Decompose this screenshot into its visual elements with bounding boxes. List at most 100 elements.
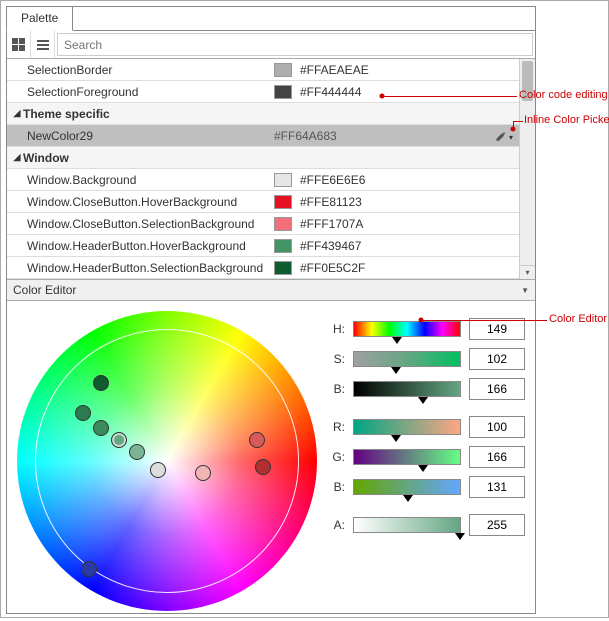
callout-line — [513, 121, 514, 129]
channel-label: S: — [329, 352, 345, 366]
property-row[interactable]: Window.Background #FFE6E6E6 — [7, 169, 519, 191]
slider-g[interactable] — [353, 449, 461, 465]
input-g[interactable] — [469, 446, 525, 468]
property-value-cell[interactable]: ▾ — [274, 129, 519, 143]
property-name: Window.HeaderButton.SelectionBackground — [27, 261, 274, 275]
wheel-handle[interactable] — [81, 561, 97, 577]
group-label: Theme specific — [23, 107, 110, 121]
view-categorized-button[interactable] — [7, 31, 31, 58]
property-value-cell[interactable]: #FFAEAEAE — [274, 63, 519, 77]
property-value-cell[interactable]: #FFE81123 — [274, 195, 519, 209]
input-bv[interactable] — [469, 378, 525, 400]
property-row[interactable]: Window.CloseButton.SelectionBackground #… — [7, 213, 519, 235]
search-input[interactable] — [64, 38, 526, 52]
slider-marker[interactable] — [391, 435, 401, 442]
wheel-handle[interactable] — [75, 405, 91, 421]
property-row[interactable]: Window.HeaderButton.SelectionBackground … — [7, 257, 519, 279]
slider-marker[interactable] — [455, 533, 465, 540]
callout-line — [513, 121, 523, 122]
search-box[interactable] — [57, 33, 533, 56]
group-header-window[interactable]: ◢ Window — [7, 147, 519, 169]
property-grid: SelectionBorder #FFAEAEAE SelectionForeg… — [7, 59, 535, 279]
wheel-handle[interactable] — [249, 432, 265, 448]
color-swatch — [274, 63, 292, 77]
wheel-handle[interactable] — [255, 459, 271, 475]
input-h[interactable] — [469, 318, 525, 340]
screenshot-frame: Palette SelectionBorder #FFAEAEAE — [0, 0, 609, 618]
slider-s[interactable] — [353, 351, 461, 367]
view-list-button[interactable] — [31, 31, 55, 58]
wheel-handle[interactable] — [93, 420, 109, 436]
channel-row-r: R: — [329, 413, 525, 441]
color-editor-header[interactable]: Color Editor ▼ — [7, 279, 535, 301]
wheel-handle-current[interactable] — [111, 432, 127, 448]
wheel-handle[interactable] — [93, 375, 109, 391]
color-swatch — [274, 261, 292, 275]
slider-a[interactable] — [353, 517, 461, 533]
channel-label: A: — [329, 518, 345, 532]
channel-label: G: — [329, 450, 345, 464]
slider-bc[interactable] — [353, 479, 461, 495]
wheel-handle[interactable] — [129, 444, 145, 460]
property-row[interactable]: SelectionForeground #FF444444 — [7, 81, 519, 103]
hex-value: #FFF1707A — [300, 217, 363, 231]
channel-row-bv: B: — [329, 375, 525, 403]
property-value-cell[interactable]: #FF439467 — [274, 239, 519, 253]
property-row[interactable]: SelectionBorder #FFAEAEAE — [7, 59, 519, 81]
property-value-cell[interactable]: #FFE6E6E6 — [274, 173, 519, 187]
hex-value: #FF0E5C2F — [300, 261, 365, 275]
input-s[interactable] — [469, 348, 525, 370]
property-row[interactable]: Window.HeaderButton.HoverBackground #FF4… — [7, 235, 519, 257]
channel-label: B: — [329, 480, 345, 494]
property-row-selected[interactable]: NewColor29 ▾ — [7, 125, 519, 147]
tab-palette[interactable]: Palette — [6, 6, 73, 31]
eyedropper-icon — [493, 131, 507, 145]
slider-marker[interactable] — [418, 397, 428, 404]
scrollbar-down-button[interactable]: ▾ — [520, 265, 535, 279]
input-bc[interactable] — [469, 476, 525, 498]
property-value-cell[interactable]: #FF0E5C2F — [274, 261, 519, 275]
tab-strip: Palette — [7, 7, 535, 31]
channel-label: B: — [329, 382, 345, 396]
color-swatch — [274, 239, 292, 253]
slider-marker[interactable] — [403, 495, 413, 502]
group-header-theme[interactable]: ◢ Theme specific — [7, 103, 519, 125]
grid-icon — [12, 38, 25, 51]
property-name: SelectionForeground — [27, 85, 274, 99]
callout-color-code: Color code editing — [519, 89, 608, 101]
slider-h[interactable] — [353, 321, 461, 337]
property-name: Window.CloseButton.SelectionBackground — [27, 217, 274, 231]
slider-r[interactable] — [353, 419, 461, 435]
callout-line — [421, 320, 547, 321]
color-swatch — [274, 85, 292, 99]
property-name: NewColor29 — [27, 129, 274, 143]
input-r[interactable] — [469, 416, 525, 438]
hex-value: #FF444444 — [300, 85, 361, 99]
channel-sliders: H: S: B: R: — [329, 311, 525, 611]
wheel-handle[interactable] — [150, 462, 166, 478]
expand-icon: ◢ — [11, 152, 23, 163]
hex-input[interactable] — [274, 129, 424, 143]
callout-line — [382, 96, 517, 97]
slider-marker[interactable] — [391, 367, 401, 374]
callout-color-editor: Color Editor — [549, 313, 607, 325]
wheel-handle[interactable] — [195, 465, 211, 481]
channel-label: H: — [329, 322, 345, 336]
channel-row-bc: B: — [329, 473, 525, 501]
hex-value: #FFAEAEAE — [300, 63, 369, 77]
slider-marker[interactable] — [418, 465, 428, 472]
input-a[interactable] — [469, 514, 525, 536]
inline-color-picker-button[interactable]: ▾ — [493, 131, 513, 145]
color-swatch — [274, 217, 292, 231]
property-value-cell[interactable]: #FFF1707A — [274, 217, 519, 231]
color-editor-title: Color Editor — [13, 283, 76, 297]
property-row[interactable]: Window.CloseButton.HoverBackground #FFE8… — [7, 191, 519, 213]
color-wheel[interactable] — [17, 311, 317, 611]
slider-marker[interactable] — [392, 337, 402, 344]
property-name: SelectionBorder — [27, 63, 274, 77]
chevron-down-icon: ▼ — [521, 286, 529, 295]
palette-tool-window: Palette SelectionBorder #FFAEAEAE — [6, 6, 536, 614]
slider-bv[interactable] — [353, 381, 461, 397]
hex-value: #FFE6E6E6 — [300, 173, 365, 187]
channel-label: R: — [329, 420, 345, 434]
